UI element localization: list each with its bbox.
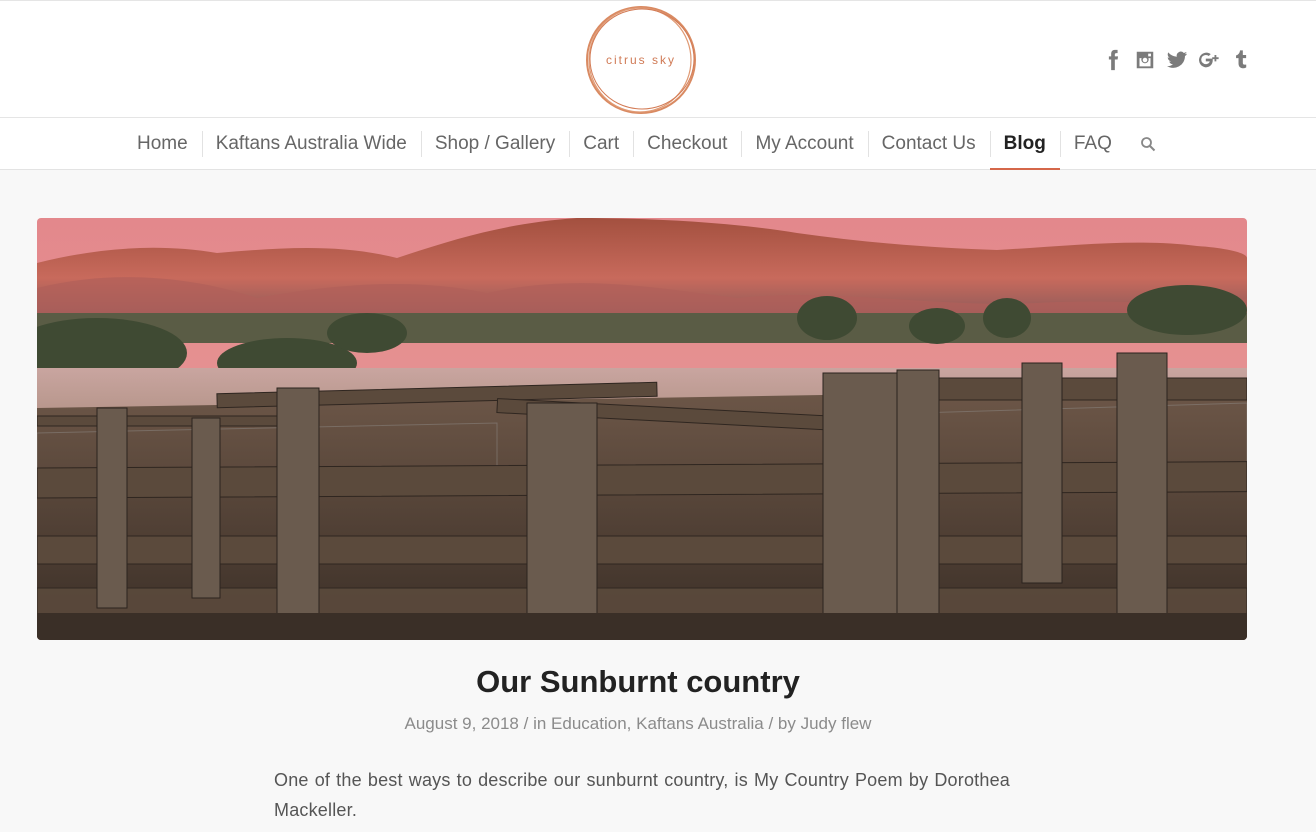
nav-item-cart[interactable]: Cart bbox=[569, 118, 633, 170]
instagram-icon[interactable] bbox=[1132, 45, 1158, 75]
nav-item-shop-gallery[interactable]: Shop / Gallery bbox=[420, 118, 569, 170]
google-plus-icon[interactable] bbox=[1196, 45, 1222, 75]
nav-item-home[interactable]: Home bbox=[123, 118, 202, 170]
category-link-kaftans-australia[interactable]: Kaftans Australia bbox=[636, 714, 764, 733]
nav-item-checkout[interactable]: Checkout bbox=[633, 118, 741, 170]
post-author-link[interactable]: Judy flew bbox=[801, 714, 872, 733]
tumblr-icon[interactable] bbox=[1228, 45, 1254, 75]
facebook-icon[interactable] bbox=[1100, 45, 1126, 75]
nav-item-my-account[interactable]: My Account bbox=[741, 118, 867, 170]
nav-item-kaftans-australia-wide[interactable]: Kaftans Australia Wide bbox=[201, 118, 421, 170]
post-in-label: / in bbox=[523, 714, 547, 733]
category-link-education[interactable]: Education bbox=[551, 714, 627, 733]
logo-text: citrus sky bbox=[605, 53, 676, 67]
main-navigation: Home Kaftans Australia Wide Shop / Galle… bbox=[0, 118, 1316, 170]
landscape-fence-image bbox=[37, 218, 1247, 640]
social-links bbox=[1100, 45, 1254, 75]
post-body-paragraph: One of the best ways to describe our sun… bbox=[274, 770, 1010, 820]
post-by-label: / by bbox=[768, 714, 796, 733]
search-icon[interactable] bbox=[1126, 118, 1170, 170]
nav-item-faq[interactable]: FAQ bbox=[1059, 118, 1126, 170]
twitter-icon[interactable] bbox=[1164, 45, 1190, 75]
nav-menu: Home Kaftans Australia Wide Shop / Galle… bbox=[123, 118, 1170, 170]
nav-item-blog[interactable]: Blog bbox=[989, 118, 1061, 170]
post-date[interactable]: August 9, 2018 bbox=[405, 714, 519, 733]
site-logo[interactable]: citrus sky bbox=[583, 3, 699, 117]
nav-item-contact-us[interactable]: Contact Us bbox=[867, 118, 990, 170]
site-header: citrus sky bbox=[0, 0, 1316, 118]
post-meta: August 9, 2018 / in Education, Kaftans A… bbox=[404, 714, 872, 733]
post-title[interactable]: Our Sunburnt country bbox=[0, 664, 1276, 700]
featured-image[interactable] bbox=[37, 218, 1247, 640]
